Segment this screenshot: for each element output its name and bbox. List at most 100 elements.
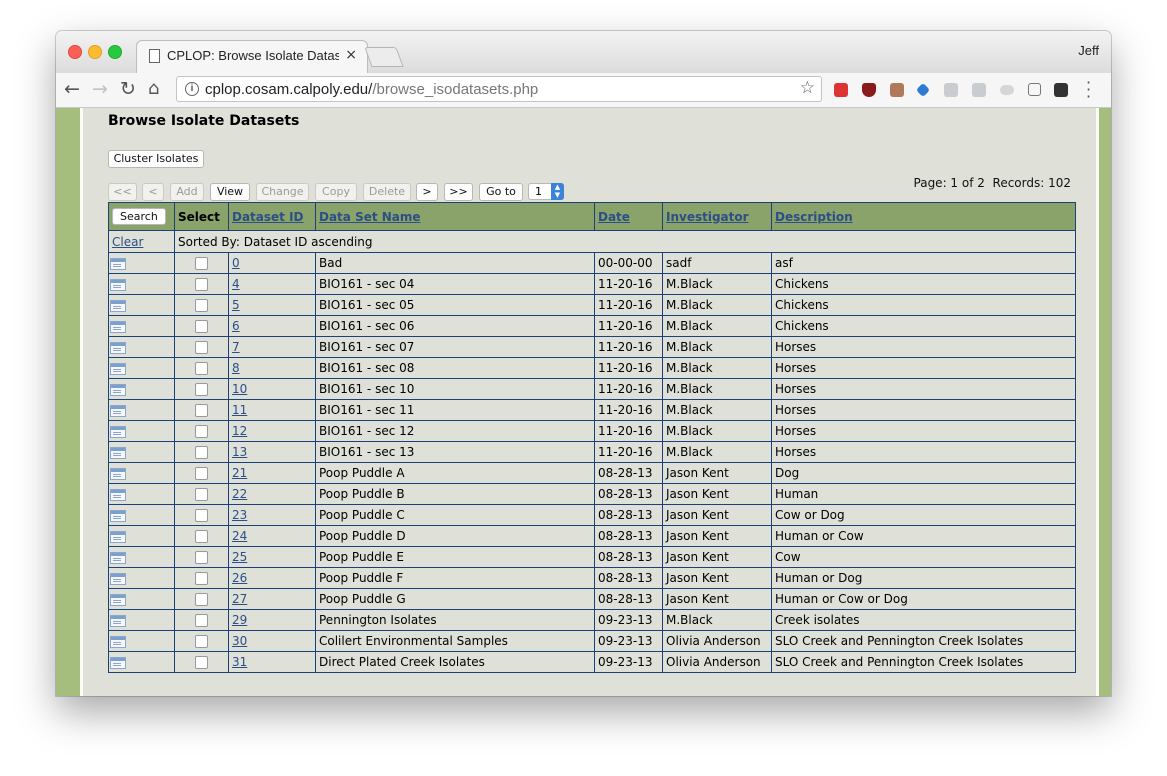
view-record-icon[interactable] (110, 614, 126, 627)
view-record-icon[interactable] (110, 425, 126, 438)
delete-button[interactable]: Delete (363, 183, 411, 201)
view-record-icon[interactable] (110, 341, 126, 354)
row-select-checkbox[interactable] (195, 424, 208, 438)
maximize-window-button[interactable] (108, 45, 122, 59)
address-bar[interactable]: i cplop.cosam.calpoly.edu//browse_isodat… (176, 76, 822, 102)
view-record-icon[interactable] (110, 320, 126, 333)
row-select-checkbox[interactable] (195, 550, 208, 564)
first-page-button[interactable]: << (108, 183, 137, 201)
last-page-button[interactable]: >> (444, 183, 473, 201)
home-icon[interactable]: ⌂ (148, 77, 159, 101)
new-tab-button[interactable] (364, 47, 404, 67)
dataset-id-link[interactable]: 31 (232, 655, 247, 669)
back-arrow-icon[interactable]: ← (64, 77, 80, 101)
view-record-icon[interactable] (110, 299, 126, 312)
dataset-id-link[interactable]: 29 (232, 613, 247, 627)
reload-icon[interactable]: ↻ (120, 77, 136, 101)
clear-link[interactable]: Clear (112, 235, 143, 249)
extension-grid-icon[interactable] (834, 83, 848, 97)
ublock-shield-icon[interactable] (862, 83, 876, 97)
dataset-id-link[interactable]: 30 (232, 634, 247, 648)
dataset-id-link[interactable]: 25 (232, 550, 247, 564)
profile-name[interactable]: Jeff (1078, 43, 1099, 58)
dataset-id-link[interactable]: 0 (232, 256, 240, 270)
view-record-icon[interactable] (110, 635, 126, 648)
row-select-checkbox[interactable] (195, 319, 208, 333)
info-icon[interactable]: i (185, 82, 199, 96)
extension-briefcase-icon[interactable] (890, 83, 904, 97)
view-record-icon[interactable] (110, 467, 126, 480)
view-record-icon[interactable] (110, 509, 126, 522)
row-select-checkbox[interactable] (195, 487, 208, 501)
row-select-checkbox[interactable] (195, 592, 208, 606)
view-record-icon[interactable] (110, 404, 126, 417)
extension-mask-icon[interactable] (1054, 83, 1068, 97)
view-record-icon[interactable] (110, 488, 126, 501)
cluster-isolates-button[interactable]: Cluster Isolates (108, 150, 204, 168)
change-button[interactable]: Change (256, 183, 309, 201)
row-select-checkbox[interactable] (195, 340, 208, 354)
row-select-checkbox[interactable] (195, 466, 208, 480)
date-sort-link[interactable]: Date (594, 202, 663, 231)
view-record-icon[interactable] (110, 446, 126, 459)
dataset-id-link[interactable]: 5 (232, 298, 240, 312)
row-select-checkbox[interactable] (195, 256, 208, 270)
bookmark-star-icon[interactable]: ☆ (800, 78, 815, 98)
row-select-checkbox[interactable] (195, 613, 208, 627)
row-select-checkbox[interactable] (195, 361, 208, 375)
view-record-icon[interactable] (110, 572, 126, 585)
goto-button[interactable]: Go to (479, 183, 523, 201)
next-page-button[interactable]: > (416, 183, 438, 201)
forward-arrow-icon[interactable]: → (92, 77, 108, 101)
dataset-id-link[interactable]: 26 (232, 571, 247, 585)
close-window-button[interactable] (68, 45, 82, 59)
add-button[interactable]: Add (170, 183, 204, 201)
view-record-icon[interactable] (110, 656, 126, 669)
dataset-id-link[interactable]: 8 (232, 361, 240, 375)
dataset-id-link[interactable]: 21 (232, 466, 247, 480)
extension-diamond-icon[interactable] (915, 82, 931, 98)
row-select-checkbox[interactable] (195, 277, 208, 291)
dataset-id-link[interactable]: 24 (232, 529, 247, 543)
tab-close-icon[interactable]: × (345, 47, 357, 63)
url-text[interactable]: cplop.cosam.calpoly.edu//browse_isodatas… (205, 81, 538, 98)
extension-quote-icon[interactable] (944, 83, 958, 97)
extension-css-icon[interactable] (972, 83, 986, 97)
view-record-icon[interactable] (110, 362, 126, 375)
dataset-id-link[interactable]: 11 (232, 403, 247, 417)
view-record-icon[interactable] (110, 551, 126, 564)
row-select-checkbox[interactable] (195, 634, 208, 648)
minimize-window-button[interactable] (88, 45, 102, 59)
row-select-checkbox[interactable] (195, 382, 208, 396)
view-record-icon[interactable] (110, 530, 126, 543)
row-select-checkbox[interactable] (195, 529, 208, 543)
extension-reader-icon[interactable] (1028, 83, 1041, 96)
dataset-id-sort-link[interactable]: Dataset ID (228, 202, 316, 231)
dataset-id-link[interactable]: 4 (232, 277, 240, 291)
extension-pill-icon[interactable] (1000, 85, 1014, 95)
browser-tab[interactable]: CPLOP: Browse Isolate Datase × (136, 40, 368, 73)
view-record-icon[interactable] (110, 278, 126, 291)
dataset-id-link[interactable]: 23 (232, 508, 247, 522)
row-select-checkbox[interactable] (195, 508, 208, 522)
row-select-checkbox[interactable] (195, 655, 208, 669)
dataset-id-link[interactable]: 27 (232, 592, 247, 606)
dataset-id-link[interactable]: 7 (232, 340, 240, 354)
view-button[interactable]: View (210, 183, 250, 201)
dataset-id-link[interactable]: 22 (232, 487, 247, 501)
row-select-checkbox[interactable] (195, 298, 208, 312)
search-button[interactable]: Search (112, 208, 166, 225)
row-select-checkbox[interactable] (195, 571, 208, 585)
dataset-id-link[interactable]: 6 (232, 319, 240, 333)
dataset-id-link[interactable]: 12 (232, 424, 247, 438)
dataset-name-sort-link[interactable]: Data Set Name (315, 202, 595, 231)
row-select-checkbox[interactable] (195, 445, 208, 459)
dataset-id-link[interactable]: 10 (232, 382, 247, 396)
browser-menu-icon[interactable]: · · · (1086, 75, 1091, 105)
view-record-icon[interactable] (110, 257, 126, 270)
page-select[interactable]: 1 ▲ ▼ (528, 183, 564, 200)
dataset-id-link[interactable]: 13 (232, 445, 247, 459)
copy-button[interactable]: Copy (315, 183, 357, 201)
view-record-icon[interactable] (110, 383, 126, 396)
investigator-sort-link[interactable]: Investigator (662, 202, 772, 231)
